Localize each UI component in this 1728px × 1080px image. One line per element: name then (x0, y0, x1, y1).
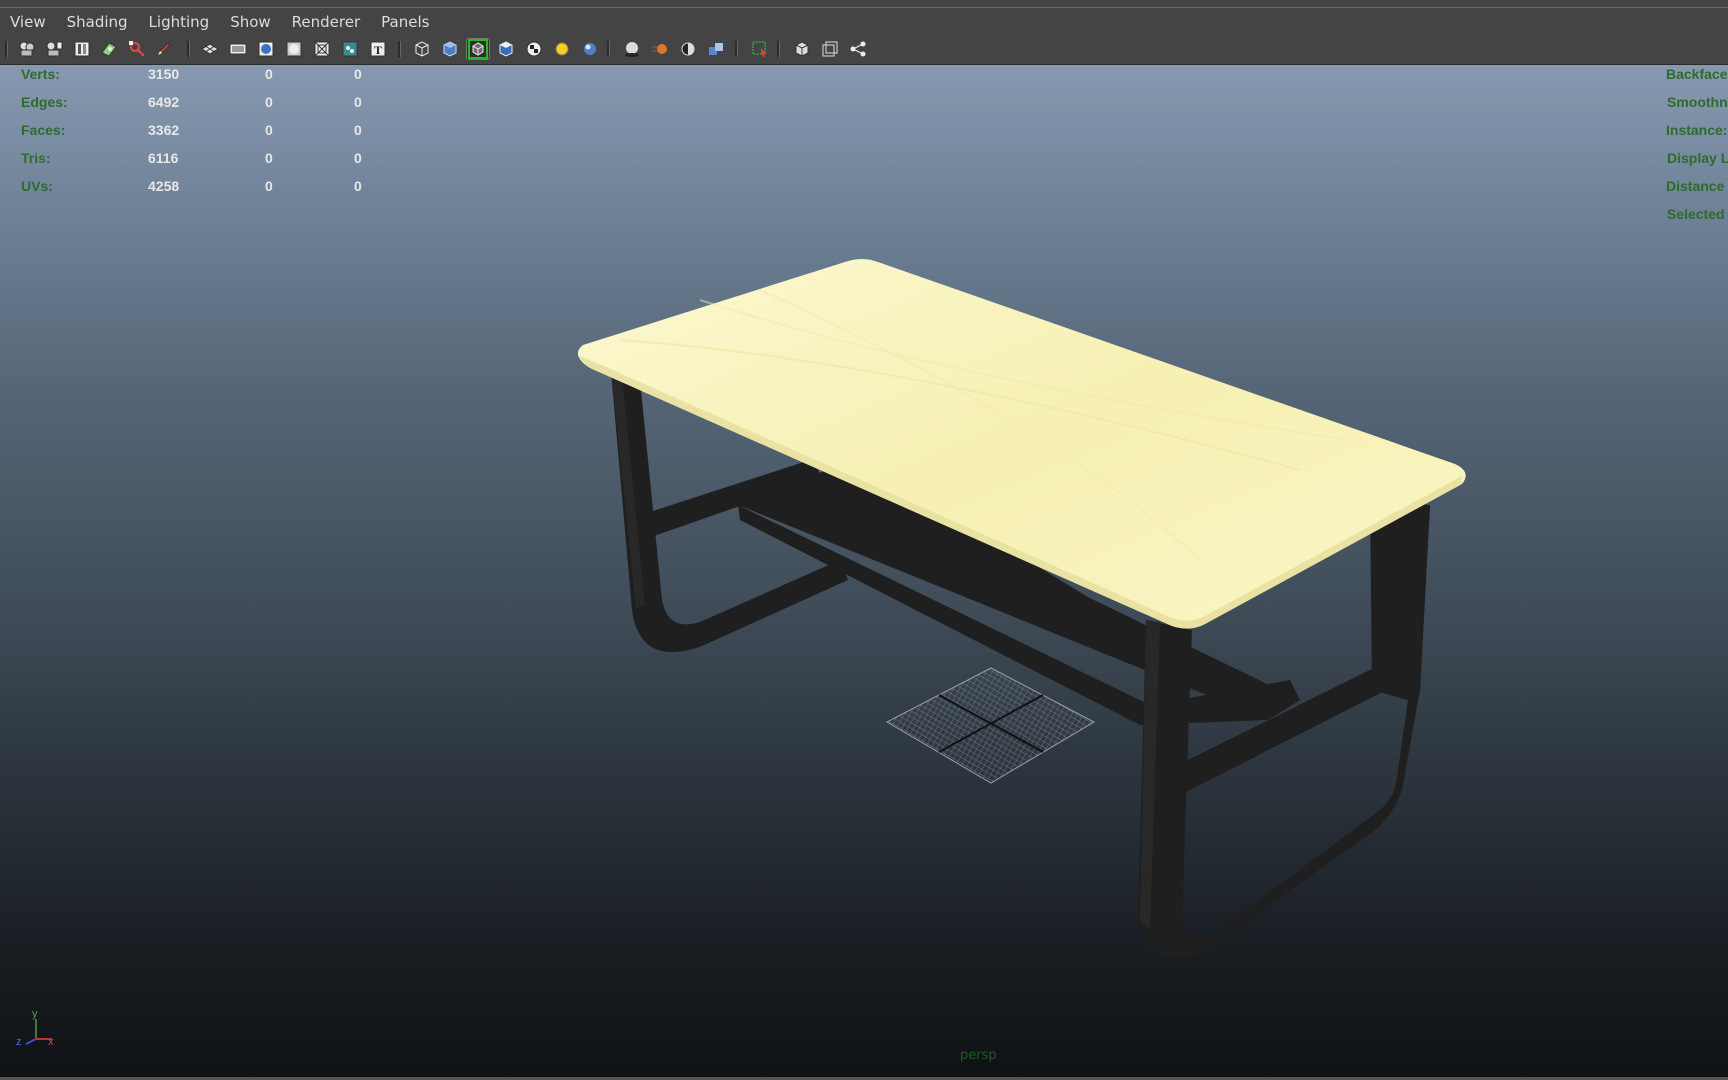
flat-shade-icon[interactable] (495, 39, 517, 59)
image-plane-icon[interactable] (98, 39, 120, 59)
hud-tweak: 0 (354, 122, 362, 138)
axis-y-label: y (32, 1008, 38, 1020)
xray-icon[interactable] (791, 39, 813, 59)
hud-label: Edges: (21, 94, 68, 110)
menu-lighting[interactable]: Lighting (138, 11, 220, 34)
hud-selected: 0 (265, 122, 273, 138)
panel-menubar: View Shading Lighting Show Renderer Pane… (0, 11, 1728, 34)
toolbar-separator (777, 41, 780, 57)
isolate-select-icon[interactable] (749, 39, 771, 59)
hud-instance: Instance: (1666, 122, 1728, 138)
hud-total: 3362 (148, 122, 180, 138)
toolbar-separator (607, 41, 610, 57)
safe-title-icon[interactable]: T (367, 39, 389, 59)
hud-selected: 0 (265, 178, 273, 194)
gate-mask-icon[interactable] (283, 39, 305, 59)
toolbar-separator (735, 41, 738, 57)
toolbar-separator (398, 41, 401, 57)
hud-display-layer: Display L (1667, 150, 1728, 166)
hud-tweak: 0 (354, 66, 362, 82)
screen-space-ambient-occlusion-icon[interactable] (621, 39, 643, 59)
motion-blur-icon[interactable] (649, 39, 671, 59)
use-all-lights-icon[interactable] (551, 39, 573, 59)
scene-render (577, 259, 1466, 958)
hud-backface: Backface (1666, 66, 1728, 82)
hud-selected: 0 (265, 150, 273, 166)
hud-label: Verts: (21, 66, 60, 82)
smooth-shade-icon[interactable] (439, 39, 461, 59)
film-gate-icon[interactable] (227, 39, 249, 59)
hud-selected: 0 (265, 66, 273, 82)
hud-distance: Distance (1666, 178, 1725, 194)
hud-label: Faces: (21, 122, 66, 138)
hud-total: 6116 (148, 150, 179, 166)
node-editor-icon[interactable] (847, 39, 869, 59)
xray-joints-icon[interactable] (819, 39, 841, 59)
depth-of-field-icon[interactable] (705, 39, 727, 59)
textured-icon[interactable] (523, 39, 545, 59)
axis-z-label: z (16, 1036, 22, 1047)
menu-view[interactable]: View (0, 11, 56, 34)
menu-show[interactable]: Show (219, 11, 280, 34)
multisample-aa-icon[interactable] (677, 39, 699, 59)
hud-tweak: 0 (354, 178, 362, 194)
hud-total: 6492 (148, 94, 180, 110)
hud-total: 4258 (148, 178, 180, 194)
hud-tweak: 0 (354, 94, 362, 110)
menu-shading[interactable]: Shading (56, 11, 138, 34)
hud-selected: 0 (265, 94, 273, 110)
axis-x-label: x (48, 1036, 54, 1047)
menu-renderer[interactable]: Renderer (281, 11, 370, 34)
hud-label: Tris: (21, 150, 51, 166)
panel-toolbar: T (0, 34, 1728, 65)
grid-icon[interactable] (199, 39, 221, 59)
maya-viewport-panel: View Shading Lighting Show Renderer Pane… (0, 0, 1728, 1080)
hud-smoothness: Smoothne (1667, 94, 1728, 110)
svg-text:T: T (374, 43, 382, 57)
toolbar-separator (5, 41, 8, 57)
two-d-pan-zoom-icon[interactable] (126, 39, 148, 59)
perspective-viewport[interactable]: Verts: 3150 0 0 Edges: 6492 0 0 Faces: 3… (0, 65, 1728, 1077)
wireframe-icon[interactable] (411, 39, 433, 59)
safe-action-icon[interactable] (339, 39, 361, 59)
hud-selected-objects: Selected (1667, 206, 1725, 222)
hud-total: 3150 (148, 66, 180, 82)
resolution-gate-icon[interactable] (255, 39, 277, 59)
hud-tweak: 0 (354, 150, 362, 166)
camera-name-label: persp (960, 1048, 997, 1063)
grease-pencil-icon[interactable] (153, 39, 175, 59)
toolbar-separator (187, 41, 190, 57)
shadows-icon[interactable] (579, 39, 601, 59)
wireframe-on-shaded-icon[interactable] (466, 38, 490, 60)
hud-label: UVs: (21, 178, 53, 194)
field-chart-icon[interactable] (311, 39, 333, 59)
select-camera-icon[interactable] (16, 39, 38, 59)
axis-gizmo: y x z (16, 1008, 54, 1047)
menu-panels[interactable]: Panels (370, 11, 439, 34)
bookmark-icon[interactable] (71, 39, 93, 59)
camera-attributes-icon[interactable] (43, 39, 65, 59)
